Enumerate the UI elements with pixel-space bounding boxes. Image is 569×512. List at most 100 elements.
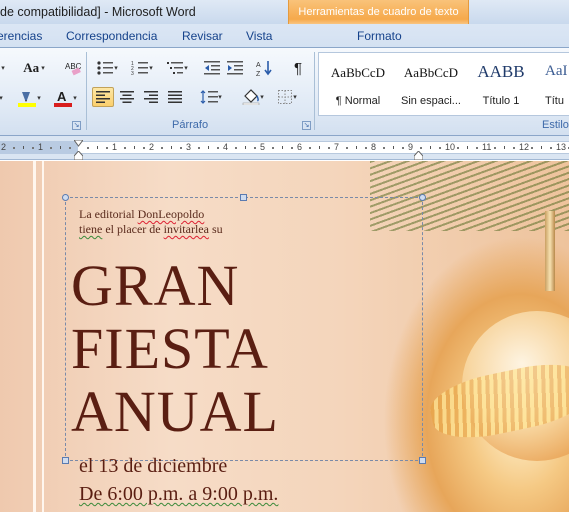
- document-page[interactable]: La editorial DonLeopoldo tiene el placer…: [0, 161, 569, 512]
- ruler-tick: [541, 146, 542, 149]
- borders-button[interactable]: ▾: [272, 87, 302, 107]
- text-effects-button[interactable]: ▾: [0, 88, 8, 108]
- shading-button[interactable]: ▾: [238, 87, 268, 107]
- clear-formatting-button[interactable]: ABC: [62, 58, 84, 78]
- increase-indent-button[interactable]: [224, 58, 246, 78]
- ruler-tick: [198, 147, 200, 149]
- ruler-tick: [97, 146, 98, 149]
- tab-vista[interactable]: Vista: [246, 29, 272, 43]
- ruler-tick: [143, 147, 145, 149]
- style-heading-1[interactable]: AABB Título 1: [467, 53, 535, 117]
- headline-line-1: GRAN: [71, 253, 240, 318]
- style-no-spacing[interactable]: AaBbCcD Sin espaci...: [395, 53, 467, 117]
- font-dialog-launcher[interactable]: ↘: [72, 121, 81, 130]
- ruler-tick: [23, 146, 24, 149]
- tab-correspondencia[interactable]: Correspondencia: [66, 29, 157, 43]
- horizontal-ruler[interactable]: 2 1 1 2 3 4 5 6 7 8 9 10 11 12 13: [0, 136, 569, 160]
- ruler-tick: [69, 147, 71, 149]
- ruler-tick: [430, 146, 431, 149]
- ruler-number: 8: [371, 142, 377, 152]
- font-color-button[interactable]: A ▾: [50, 88, 80, 108]
- style-normal[interactable]: AaBbCcD ¶ Normal: [321, 53, 395, 117]
- ruler-number: 11: [482, 142, 492, 152]
- headline-line-2: FIESTA: [71, 316, 269, 381]
- page-border-line: [42, 161, 44, 512]
- resize-handle-top-right[interactable]: [419, 194, 426, 201]
- ruler-tick: [87, 147, 89, 149]
- misspelled-word: DonLeopoldo: [137, 207, 205, 221]
- bullet-list-icon: [97, 61, 114, 75]
- ruler-tick: [50, 147, 52, 149]
- ruler-tick: [106, 147, 108, 149]
- align-left-button[interactable]: [92, 87, 114, 107]
- align-right-button[interactable]: [140, 87, 162, 107]
- pilcrow-icon: ¶: [293, 59, 303, 77]
- resize-handle-left[interactable]: [62, 457, 69, 464]
- decrease-indent-button[interactable]: [201, 58, 223, 78]
- ruler-tick: [291, 147, 293, 149]
- event-date: el 13 de diciembre: [79, 455, 228, 477]
- ruler-tick: [272, 147, 274, 149]
- ruler-tick: [494, 147, 496, 149]
- tab-formato[interactable]: Formato: [357, 29, 402, 43]
- style-sample: AABB: [477, 62, 525, 81]
- intro-text: el placer de: [102, 222, 164, 236]
- justify-icon: [168, 91, 182, 103]
- resize-handle-top[interactable]: [240, 194, 247, 201]
- ruler-tick: [124, 147, 126, 149]
- multilevel-list-icon: [167, 62, 184, 74]
- ruler-tick: [32, 147, 34, 149]
- first-line-indent-marker[interactable]: [74, 140, 83, 149]
- tab-referencias[interactable]: erencias: [0, 29, 42, 43]
- align-right-icon: [144, 91, 158, 103]
- style-sample: AaI: [545, 63, 568, 79]
- ruler-tick: [531, 147, 533, 149]
- ruler-tick: [457, 147, 459, 149]
- ruler-tick: [282, 146, 283, 149]
- highlight-color-button[interactable]: ▾: [14, 88, 44, 108]
- ruler-number: 13: [556, 142, 567, 152]
- right-indent-marker[interactable]: [414, 151, 423, 160]
- decrease-indent-icon: [204, 61, 220, 75]
- ruler-tick: [161, 147, 163, 149]
- tab-revisar[interactable]: Revisar: [182, 29, 223, 43]
- ornament-hook-graphic: [545, 211, 555, 291]
- justify-button[interactable]: [164, 87, 186, 107]
- ruler-tick: [383, 147, 385, 149]
- style-name: ¶ Normal: [335, 95, 381, 107]
- highlighter-icon: [18, 92, 37, 107]
- bullets-button[interactable]: ▾: [92, 58, 122, 78]
- paragraph-dialog-launcher[interactable]: ↘: [302, 121, 311, 130]
- group-separator: [86, 52, 87, 130]
- change-case-button[interactable]: Aa ▾: [20, 58, 48, 78]
- contextual-group-title: Herramientas de cuadro de texto: [298, 6, 459, 18]
- hanging-indent-marker[interactable]: [74, 151, 83, 160]
- misspelled-word: invitarlea: [163, 222, 209, 236]
- resize-handle-right[interactable]: [419, 457, 426, 464]
- ruler-number: 12: [519, 142, 530, 152]
- resize-handle-top-left[interactable]: [62, 194, 69, 201]
- ribbon: ▾ Aa ▾ ABC ▾ ▾ A ▾ ↘ ▾ 1 2 3 ▾ ▾ A Z ¶ ▾…: [0, 48, 569, 136]
- line-spacing-button[interactable]: ▾: [196, 87, 226, 107]
- paint-bucket-icon: [242, 89, 260, 105]
- ruler-number: 10: [445, 142, 456, 152]
- ruler-tick: [365, 147, 367, 149]
- sort-button[interactable]: A Z: [254, 58, 276, 78]
- ruler-tick: [254, 147, 256, 149]
- multilevel-list-button[interactable]: ▾: [162, 58, 192, 78]
- ruler-tick: [346, 147, 348, 149]
- ruler-number: 1: [38, 142, 44, 152]
- ruler-tick: [134, 146, 135, 149]
- font-size-dropdown[interactable]: ▾: [0, 58, 14, 78]
- svg-text:A: A: [57, 89, 67, 104]
- ruler-tick: [420, 147, 422, 149]
- ruler-tick: [319, 146, 320, 149]
- ruler-tick: [180, 147, 182, 149]
- style-name: Sin espaci...: [401, 95, 461, 107]
- ruler-tick: [208, 146, 209, 149]
- align-center-button[interactable]: [116, 87, 138, 107]
- show-formatting-button[interactable]: ¶: [287, 58, 309, 78]
- numbering-button[interactable]: 1 2 3 ▾: [127, 58, 157, 78]
- ruler-tick: [217, 147, 219, 149]
- style-heading-2[interactable]: AaI Títu: [535, 53, 569, 117]
